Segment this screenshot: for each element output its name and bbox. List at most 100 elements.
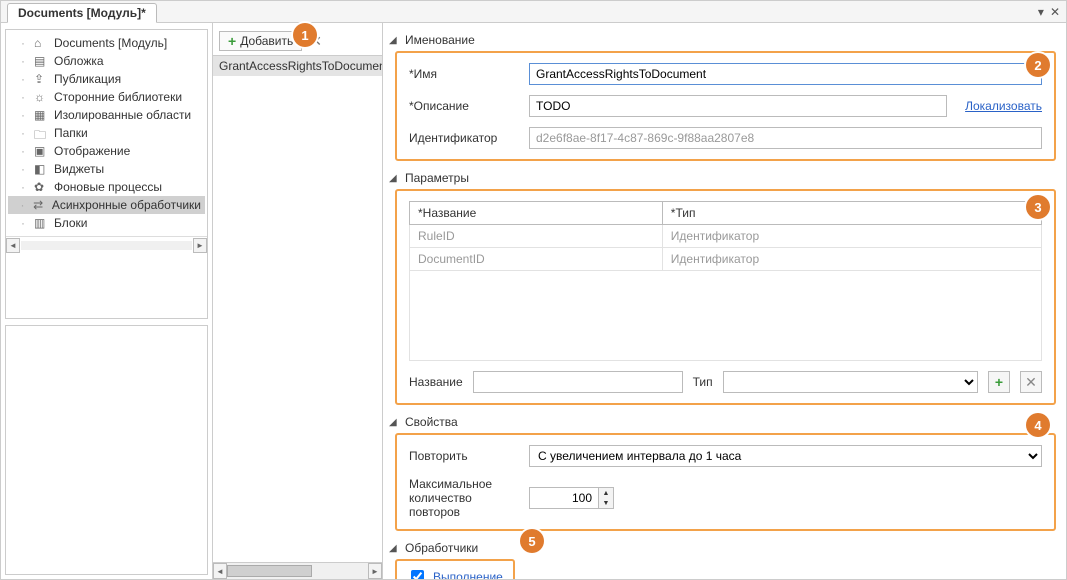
list-h-scrollbar[interactable]: ◄ ► (213, 562, 382, 579)
param-type-select[interactable] (723, 371, 978, 393)
display-icon: ▣ (34, 144, 48, 158)
collapse-icon[interactable]: ◢ (389, 35, 399, 46)
sidebar-item-label: Изолированные области (54, 108, 191, 122)
properties-pane: ◢Именование *Имя *Описание Локализовать … (383, 23, 1066, 579)
sidebar-preview (5, 325, 208, 575)
sidebar-item-widgets[interactable]: ·◧Виджеты (8, 160, 205, 178)
sidebar-item-label: Сторонние библиотеки (54, 90, 182, 104)
scroll-left-icon[interactable]: ◄ (6, 238, 20, 253)
sidebar-item-async-handlers[interactable]: ·⇄Асинхронные обработчики (8, 196, 205, 214)
identifier-label: Идентификатор (409, 131, 519, 145)
folder-icon: 🗀 (34, 126, 48, 140)
sidebar-item-label: Публикация (54, 72, 121, 86)
param-name-input[interactable] (473, 371, 683, 393)
max-repeats-label: Максимальное количество повторов (409, 477, 519, 519)
max-repeats-stepper[interactable]: ▲ ▼ (529, 487, 614, 509)
parameters-table: *Название *Тип RuleID Идентификатор Docu… (409, 201, 1042, 361)
home-icon: ⌂ (34, 36, 48, 50)
param-type-cell: Идентификатор (662, 225, 1041, 248)
table-empty-area (410, 271, 1042, 361)
plus-icon: + (228, 36, 236, 46)
section-handlers: ◢ Обработчики Выполнение (387, 541, 1056, 579)
close-icon[interactable]: ✕ (1050, 5, 1060, 19)
tree-panel: ·⌂Documents [Модуль] ·▤Обложка ·⇪Публика… (5, 29, 208, 319)
document-tab[interactable]: Documents [Модуль]* (7, 3, 157, 23)
collapse-icon[interactable]: ◢ (389, 417, 399, 428)
sidebar-item-label: Блоки (54, 216, 88, 230)
process-icon: ✿ (34, 180, 48, 194)
description-input[interactable] (529, 95, 947, 117)
scroll-right-icon[interactable]: ► (368, 563, 382, 579)
sidebar-item-label: Папки (54, 126, 88, 140)
param-name-label: Название (409, 375, 463, 389)
section-properties: ◢ Свойства Повторить С увеличением интерв… (387, 415, 1056, 531)
async-icon: ⇄ (33, 198, 46, 212)
repeat-select[interactable]: С увеличением интервала до 1 часа (529, 445, 1042, 467)
section-title: Именование (405, 33, 475, 47)
collapse-icon[interactable]: ◢ (389, 543, 399, 554)
param-name-cell: RuleID (410, 225, 663, 248)
execute-checkbox[interactable] (411, 570, 424, 579)
libs-icon: ☼ (34, 90, 48, 104)
sidebar-item-label: Фоновые процессы (54, 180, 162, 194)
section-title: Параметры (405, 171, 469, 185)
sidebar-item-isolated-areas[interactable]: ·▦Изолированные области (8, 106, 205, 124)
scroll-right-icon[interactable]: ► (193, 238, 207, 253)
spin-down-icon[interactable]: ▼ (599, 498, 613, 508)
sidebar-item-label: Обложка (54, 54, 104, 68)
tree-h-scrollbar[interactable]: ◄ ► (6, 236, 207, 253)
sidebar-item-folders[interactable]: ·🗀Папки (8, 124, 205, 142)
page-icon: ▤ (34, 54, 48, 68)
sidebar-item-documents[interactable]: ·⌂Documents [Модуль] (8, 34, 205, 52)
column-type[interactable]: *Тип (662, 202, 1041, 225)
sidebar-item-label: Отображение (54, 144, 130, 158)
section-title: Свойства (405, 415, 458, 429)
param-name-cell: DocumentID (410, 248, 663, 271)
max-repeats-input[interactable] (529, 487, 599, 509)
scroll-track[interactable] (21, 241, 192, 250)
spin-up-icon[interactable]: ▲ (599, 488, 613, 498)
add-button[interactable]: + Добавить (219, 31, 302, 51)
table-row[interactable]: RuleID Идентификатор (410, 225, 1042, 248)
execute-link[interactable]: Выполнение (433, 570, 503, 580)
section-title: Обработчики (405, 541, 478, 555)
sidebar-item-publication[interactable]: ·⇪Публикация (8, 70, 205, 88)
handlers-list: + Добавить ✕ GrantAccessRightsToDocument… (213, 23, 383, 579)
add-button-label: Добавить (240, 34, 293, 48)
scroll-thumb[interactable] (227, 565, 312, 577)
delete-button[interactable]: ✕ (306, 33, 326, 50)
description-label: *Описание (409, 99, 519, 113)
localize-link[interactable]: Локализовать (965, 99, 1042, 113)
repeat-label: Повторить (409, 449, 519, 463)
list-item[interactable]: GrantAccessRightsToDocument (213, 56, 382, 76)
param-type-cell: Идентификатор (662, 248, 1041, 271)
sidebar-item-bg-processes[interactable]: ·✿Фоновые процессы (8, 178, 205, 196)
collapse-icon[interactable]: ◢ (389, 173, 399, 184)
sidebar-item-label: Виджеты (54, 162, 104, 176)
sidebar-item-cover[interactable]: ·▤Обложка (8, 52, 205, 70)
table-row[interactable]: DocumentID Идентификатор (410, 248, 1042, 271)
publish-icon: ⇪ (34, 72, 48, 86)
areas-icon: ▦ (34, 108, 48, 122)
widget-icon: ◧ (34, 162, 48, 176)
sidebar-item-label: Асинхронные обработчики (52, 198, 201, 212)
identifier-input (529, 127, 1042, 149)
column-name[interactable]: *Название (410, 202, 663, 225)
param-type-label: Тип (693, 375, 713, 389)
name-input[interactable] (529, 63, 1042, 85)
blocks-icon: ▥ (34, 216, 48, 230)
param-delete-button[interactable]: ✕ (1020, 371, 1042, 393)
scroll-left-icon[interactable]: ◄ (213, 563, 227, 579)
minimize-icon[interactable]: ▾ (1038, 5, 1044, 19)
sidebar: ·⌂Documents [Модуль] ·▤Обложка ·⇪Публика… (1, 23, 213, 579)
scroll-track[interactable] (227, 563, 368, 579)
app-window: 1 2 3 4 5 Documents [Модуль]* ▾ ✕ ·⌂Docu… (0, 0, 1067, 580)
param-add-button[interactable]: + (988, 371, 1010, 393)
sidebar-item-blocks[interactable]: ·▥Блоки (8, 214, 205, 232)
section-naming: ◢Именование *Имя *Описание Локализовать … (387, 33, 1056, 161)
sidebar-item-third-party-libs[interactable]: ·☼Сторонние библиотеки (8, 88, 205, 106)
section-parameters: ◢ Параметры *Название *Тип RuleID (387, 171, 1056, 405)
titlebar: Documents [Модуль]* ▾ ✕ (1, 1, 1066, 23)
name-label: *Имя (409, 67, 519, 81)
sidebar-item-display[interactable]: ·▣Отображение (8, 142, 205, 160)
